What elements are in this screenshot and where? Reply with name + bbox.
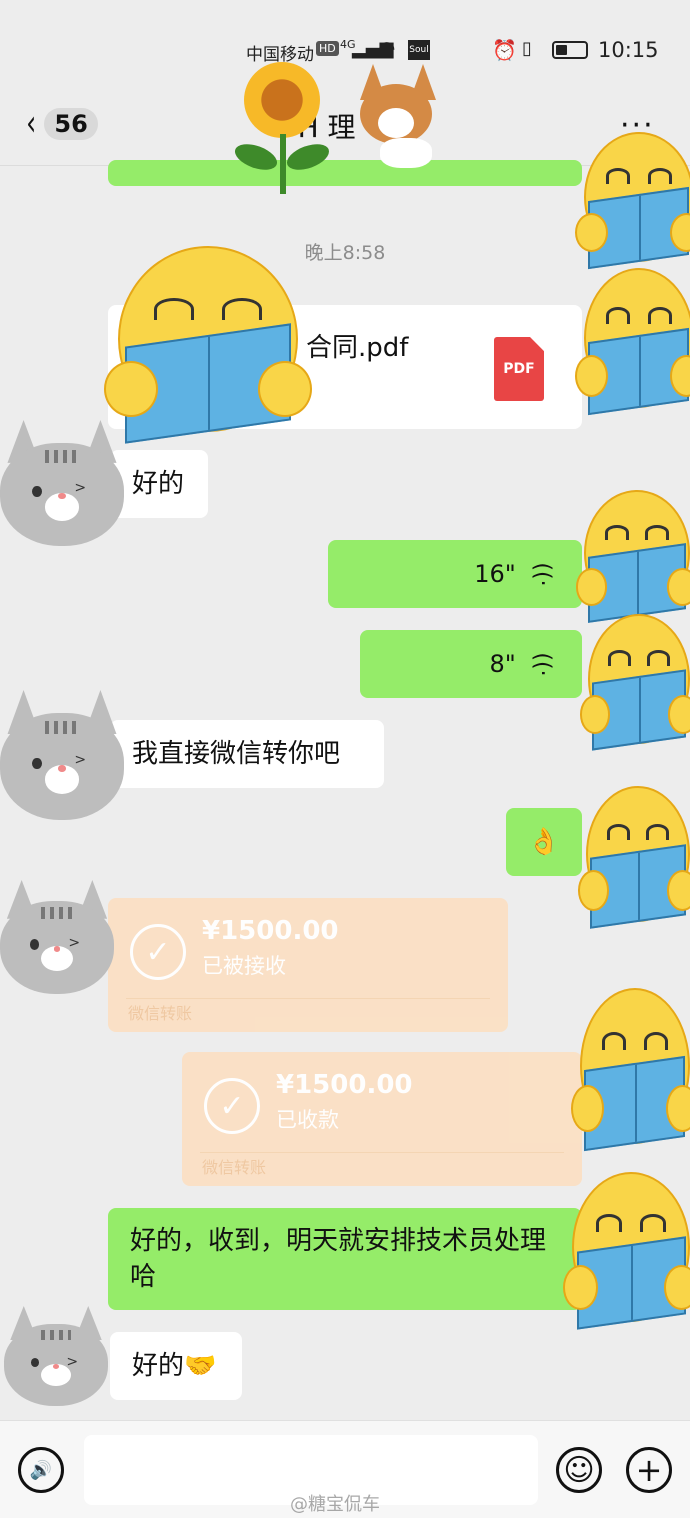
transfer-divider	[200, 1152, 564, 1153]
reading-emoji-avatar[interactable]	[103, 246, 313, 444]
reading-emoji-avatar[interactable]	[575, 268, 690, 416]
cat-avatar[interactable]: >	[0, 690, 124, 820]
message-bubble-sent[interactable]: 好的，收到，明天就安排技术员处理哈	[108, 1208, 582, 1310]
transfer-amount: ¥1500.00	[276, 1070, 413, 1100]
reading-emoji-avatar[interactable]	[575, 490, 690, 623]
transfer-status: 已被接收	[202, 954, 286, 978]
hd-badge: HD	[316, 41, 339, 56]
voice-wave-icon: ((·	[529, 651, 555, 677]
transfer-label: 微信转账	[202, 1158, 267, 1177]
unread-count-badge: 56	[44, 108, 98, 140]
file-name: 合同.pdf	[306, 333, 409, 363]
soul-app-icon: Soul	[408, 40, 430, 60]
plus-icon: +	[635, 1451, 663, 1489]
reading-emoji-avatar[interactable]	[571, 988, 690, 1152]
reading-emoji-avatar[interactable]	[575, 132, 690, 270]
wifi-icon: ◠	[378, 36, 396, 60]
corgi-sticker	[350, 64, 446, 168]
message-bubble-received[interactable]: 好的🤝	[110, 1332, 242, 1400]
voice-input-button[interactable]: 🔊	[18, 1447, 64, 1493]
voice-wave-icon: ((·	[529, 561, 555, 587]
back-arrow-icon: ‹	[26, 103, 37, 144]
transfer-card-received[interactable]: ✓ ¥1500.00 已被接收 微信转账	[108, 898, 508, 1032]
emoji-button[interactable]: ☺	[556, 1447, 602, 1493]
message-text: 好的，收到，明天就安排技术员处理哈	[130, 1226, 547, 1292]
more-functions-button[interactable]: +	[626, 1447, 672, 1493]
checkmark-icon: ✓	[204, 1078, 260, 1134]
transfer-label: 微信转账	[128, 1004, 193, 1023]
voice-duration: 8"	[489, 650, 516, 678]
message-bubble-sent[interactable]: 👌	[506, 808, 582, 876]
ok-hand-emoji: 👌	[527, 827, 561, 857]
reading-emoji-avatar[interactable]	[562, 1172, 690, 1330]
transfer-card-sent[interactable]: ✓ ¥1500.00 已收款 微信转账	[182, 1052, 582, 1186]
reading-emoji-avatar[interactable]	[577, 786, 690, 929]
message-text: 好的🤝	[132, 1351, 217, 1381]
vibrate-icon: ▯	[522, 38, 532, 59]
cat-avatar[interactable]: >	[0, 420, 124, 546]
alarm-icon: ⏰	[492, 38, 517, 62]
message-text: 好的	[132, 469, 185, 499]
back-button[interactable]: ‹ 56	[24, 102, 114, 146]
transfer-status: 已收款	[276, 1108, 339, 1132]
voice-message-bubble[interactable]: 16" ((·	[328, 540, 582, 608]
transfer-divider	[126, 998, 490, 999]
message-bubble-received[interactable]: 我直接微信转你吧	[110, 720, 384, 788]
message-bubble-received[interactable]: 好的	[110, 450, 208, 518]
transfer-amount: ¥1500.00	[202, 916, 339, 946]
clock: 10:15	[598, 38, 659, 62]
cat-avatar[interactable]: >	[0, 880, 114, 994]
smiley-icon: ☺	[563, 1452, 595, 1488]
weibo-watermark: @糖宝侃车	[290, 1494, 380, 1515]
pdf-file-icon: PDF	[494, 337, 544, 401]
message-text: 我直接微信转你吧	[132, 739, 341, 769]
checkmark-icon: ✓	[130, 924, 186, 980]
voice-icon: 🔊	[29, 1459, 53, 1481]
sunflower-sticker	[231, 62, 333, 196]
message-bubble-sent-partial[interactable]	[108, 160, 582, 186]
voice-message-bubble[interactable]: 8" ((·	[360, 630, 582, 698]
battery-icon	[552, 41, 588, 59]
cat-avatar[interactable]: >	[4, 1306, 108, 1406]
reading-emoji-avatar[interactable]	[579, 614, 690, 751]
voice-duration: 16"	[474, 560, 516, 588]
